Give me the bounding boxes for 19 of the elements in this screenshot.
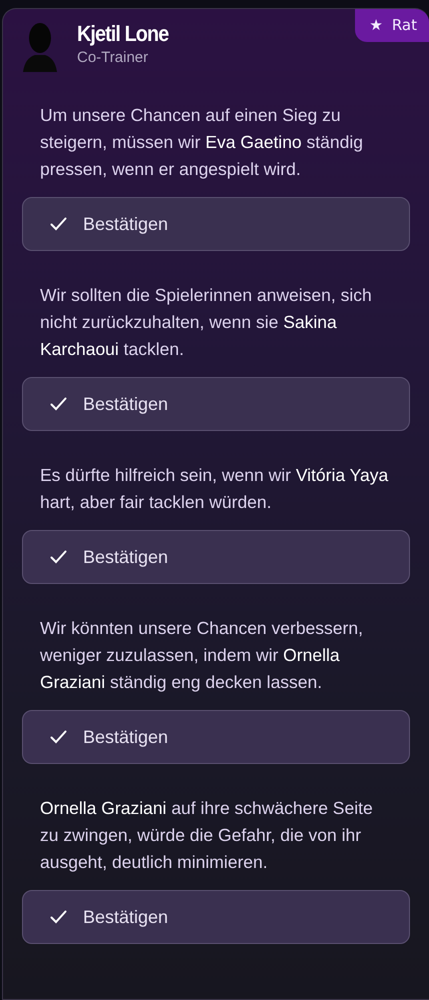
advice-text: Ornella Graziani auf ihre schwächere Seite zu zwingen, würde die Gefahr, die von ihr ausgeht, deutlich minimieren.	[39, 797, 374, 874]
check-icon	[50, 217, 67, 231]
confirm-button[interactable]: Bestätigen	[22, 530, 410, 584]
check-icon	[50, 397, 67, 411]
confirm-button[interactable]: Bestätigen	[22, 710, 410, 764]
advice-text: Um unsere Chancen auf einen Sieg zu steigern, müssen wir Eva Gaetino ständig pressen, wenn er angespielt wird.	[39, 104, 364, 181]
badge-label: Rat	[392, 16, 417, 34]
confirm-button[interactable]: Bestätigen	[22, 890, 410, 944]
advisor-name: Kjetil Lone	[77, 20, 168, 48]
advice-text: Es dürfte hilfreich sein, wenn wir Vitória Yaya hart, aber fair tacklen würden.	[39, 464, 390, 514]
advice-text: Wir könnten unsere Chancen verbessern, weniger zuzulassen, indem wir Ornella Graziani ständig eng decken lassen.	[39, 617, 364, 694]
advice-text: Wir sollten die Spielerinnen anweisen, sich nicht zurückzuhalten, wenn sie Sakina Karchaoui tacklen.	[39, 284, 373, 361]
advisor-role: Co-Trainer	[77, 48, 150, 68]
confirm-button[interactable]: Bestätigen	[22, 197, 410, 251]
check-icon	[50, 550, 67, 564]
confirm-button[interactable]: Bestätigen	[22, 377, 410, 431]
check-icon	[50, 730, 67, 744]
star-icon: ★	[369, 16, 383, 34]
check-icon	[50, 910, 67, 924]
